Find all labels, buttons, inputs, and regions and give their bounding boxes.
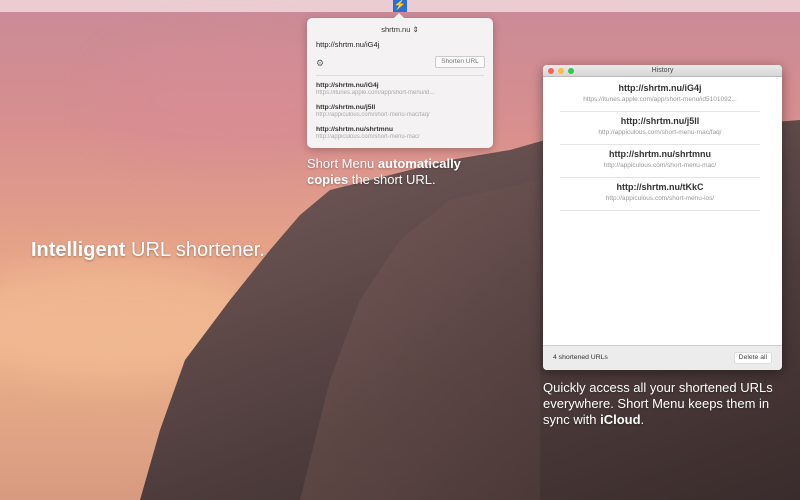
divider (316, 75, 484, 76)
history-item[interactable]: http://shrtm.nu/tKkC http://appiculous.co… (560, 178, 760, 211)
gear-icon[interactable]: ⚙ (316, 58, 324, 69)
lightning-bolt-icon[interactable]: ⚡ (393, 0, 407, 12)
url-count: 4 shortened URLs (553, 354, 608, 361)
list-item[interactable]: http://shrtm.nu/j5ll http://appiculous.co… (316, 104, 484, 118)
history-item[interactable]: http://shrtm.nu/iG4j https://itunes.apple… (560, 79, 760, 112)
title-bar: History (543, 65, 782, 77)
history-item[interactable]: http://shrtm.nu/shrtmnu http://appiculous… (560, 145, 760, 178)
history-caption: Quickly access all your shortened URLs e… (543, 380, 773, 427)
short-menu-popover: shrtm.nu ⇕ http://shrtm.nu/iG4j ⚙ Shorte… (307, 13, 493, 148)
history-footer: 4 shortened URLs Delete all (543, 345, 782, 370)
service-selector[interactable]: shrtm.nu ⇕ (307, 25, 493, 34)
shorten-url-button[interactable]: Shorten URL (435, 56, 485, 68)
close-button[interactable] (548, 68, 554, 74)
history-item[interactable]: http://shrtm.nu/j5ll http://appiculous.co… (560, 112, 760, 145)
list-item[interactable]: http://shrtm.nu/iG4j https://itunes.apple… (316, 82, 484, 96)
url-input[interactable]: http://shrtm.nu/iG4j (316, 40, 379, 49)
zoom-button[interactable] (568, 68, 574, 74)
menu-bar: ⚡ (0, 0, 800, 12)
up-down-chevron-icon: ⇕ (412, 25, 419, 34)
history-window: History http://shrtm.nu/iG4j https://itun… (543, 65, 782, 370)
list-item[interactable]: http://shrtm.nu/shrtmnu http://appiculous… (316, 126, 484, 140)
minimize-button[interactable] (558, 68, 564, 74)
delete-all-button[interactable]: Delete all (733, 352, 772, 364)
popover-caption: Short Menu automatically copies the shor… (307, 156, 461, 187)
main-caption: Intelligent URL shortener. (31, 239, 265, 261)
window-title: History (651, 67, 674, 74)
